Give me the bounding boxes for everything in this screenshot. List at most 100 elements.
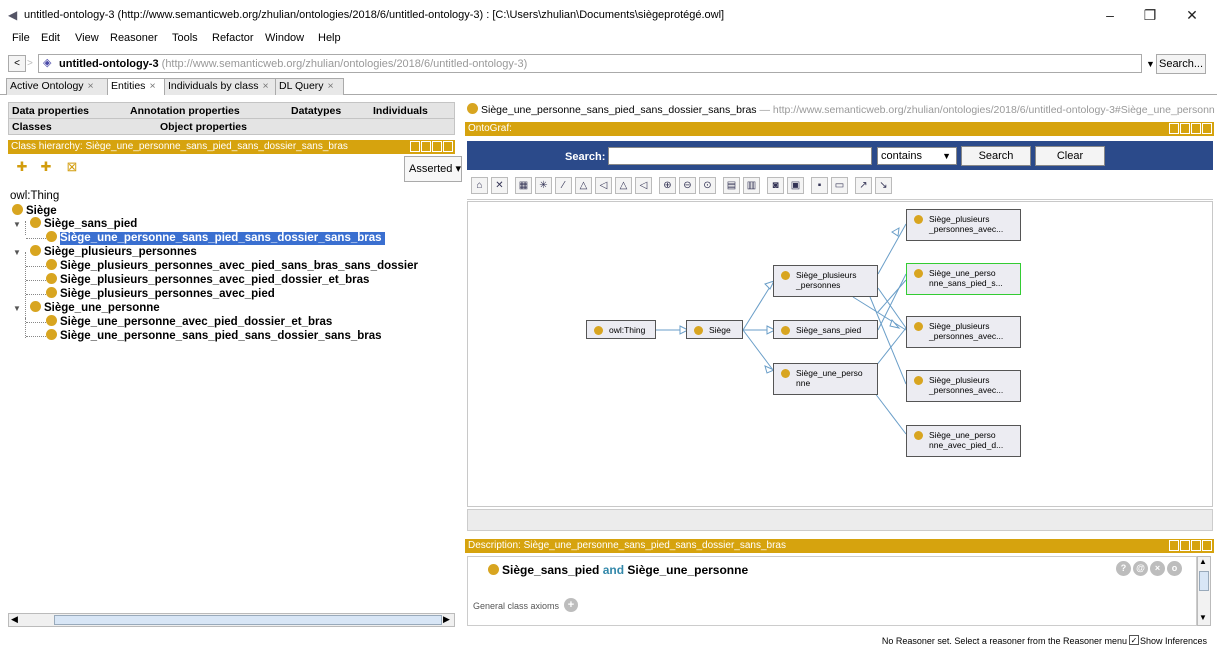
tree-horizontal-2-icon[interactable]: ◁: [635, 177, 652, 194]
save-icon[interactable]: ▪: [811, 177, 828, 194]
view-control-icons[interactable]: [409, 141, 453, 153]
menu-window[interactable]: Window: [265, 32, 304, 44]
menu-refactor[interactable]: Refactor: [212, 32, 254, 44]
filter-arcs-icon[interactable]: ▥: [743, 177, 760, 194]
subtab-individuals[interactable]: Individuals: [373, 105, 428, 117]
graph-node-siege-sans-pied[interactable]: Siège_sans_pied: [773, 320, 878, 339]
hierarchy-mode-select[interactable]: Asserted ▾: [404, 156, 462, 182]
annotate-button[interactable]: @: [1133, 561, 1148, 576]
subtab-data-properties[interactable]: Data properties: [12, 105, 89, 117]
tab-entities[interactable]: Entities ×: [107, 78, 165, 95]
add-subclass-icon[interactable]: ✚: [12, 158, 32, 176]
view-control-icons[interactable]: [1168, 540, 1212, 552]
edit-axiom-button[interactable]: o: [1167, 561, 1182, 576]
scroll-right-icon[interactable]: ▶: [443, 614, 450, 625]
graph-node-siege-une-personne[interactable]: Siège_une_perso nne: [773, 363, 878, 395]
image-export-icon[interactable]: ▣: [787, 177, 804, 194]
delete-axiom-button[interactable]: ×: [1150, 561, 1165, 576]
graph-node-selected[interactable]: Siège_une_perso nne_sans_pied_s...: [906, 263, 1021, 295]
tree-node-plusieurs-dossier-bras[interactable]: Siège_plusieurs_personnes_avec_pied_doss…: [46, 273, 369, 286]
export-icon[interactable]: ↗: [855, 177, 872, 194]
camera-icon[interactable]: ◙: [767, 177, 784, 194]
zoom-in-icon[interactable]: ⊕: [659, 177, 676, 194]
import-icon[interactable]: ↘: [875, 177, 892, 194]
ontograf-canvas[interactable]: owl:Thing Siège Siège_sans_pied Siège_pl…: [467, 201, 1213, 507]
graph-node-siege-plusieurs[interactable]: Siège_plusieurs _personnes: [773, 265, 878, 297]
close-tab-icon[interactable]: ×: [149, 80, 155, 92]
scroll-left-icon[interactable]: ◀: [11, 614, 18, 625]
maximize-button[interactable]: ❐: [1130, 4, 1170, 26]
menu-file[interactable]: File: [12, 32, 30, 44]
horizontal-scrollbar[interactable]: ◀ ▶: [8, 613, 455, 627]
tree-horizontal-icon[interactable]: ◁: [595, 177, 612, 194]
tree-node-siege-une-personne[interactable]: Siège_une_personne: [30, 301, 160, 314]
expand-toggle-icon[interactable]: ▼: [13, 304, 21, 313]
home-icon[interactable]: ⌂: [471, 177, 488, 194]
tree-node-siege-plusieurs[interactable]: Siège_plusieurs_personnes: [30, 245, 197, 258]
scroll-up-icon[interactable]: ▲: [1199, 557, 1207, 566]
menu-reasoner[interactable]: Reasoner: [110, 32, 158, 44]
subtab-classes[interactable]: Classes: [12, 121, 52, 133]
close-tab-icon[interactable]: ×: [88, 80, 94, 92]
grid-layout-icon[interactable]: ▦: [515, 177, 532, 194]
scroll-thumb[interactable]: [1199, 571, 1209, 591]
forward-button[interactable]: >: [27, 55, 37, 72]
add-axiom-icon[interactable]: +: [564, 598, 578, 612]
delete-class-icon[interactable]: ⊠: [62, 158, 82, 176]
show-inferences-checkbox[interactable]: ✓: [1129, 635, 1139, 645]
tree-node-plusieurs-avec-pied[interactable]: Siège_plusieurs_personnes_avec_pied: [46, 287, 275, 300]
menu-edit[interactable]: Edit: [41, 32, 60, 44]
close-button[interactable]: ✕: [1172, 4, 1212, 26]
graph-node-plusieurs-1[interactable]: Siège_plusieurs _personnes_avec...: [906, 209, 1021, 241]
entity-search-button[interactable]: Search...: [1156, 54, 1206, 74]
search-mode-select[interactable]: contains ▼: [877, 147, 957, 165]
menu-tools[interactable]: Tools: [172, 32, 198, 44]
minimize-button[interactable]: –: [1090, 4, 1130, 26]
graph-node-plusieurs-3[interactable]: Siège_plusieurs _personnes_avec...: [906, 370, 1021, 402]
tree-node-siege-sans-pied[interactable]: Siège_sans_pied: [30, 217, 137, 230]
tree-node-une-sans-pied[interactable]: Siège_une_personne_sans_pied_sans_dossie…: [46, 329, 382, 342]
subtab-datatypes[interactable]: Datatypes: [291, 105, 341, 117]
open-folder-icon[interactable]: ▭: [831, 177, 848, 194]
zoom-fit-icon[interactable]: ⊙: [699, 177, 716, 194]
graph-node-une-avec-pied[interactable]: Siège_une_perso nne_avec_pied_d...: [906, 425, 1021, 457]
subtab-annotation-properties[interactable]: Annotation properties: [130, 105, 240, 117]
filter-nodes-icon[interactable]: ▤: [723, 177, 740, 194]
menu-view[interactable]: View: [75, 32, 99, 44]
expand-toggle-icon[interactable]: ▼: [13, 220, 21, 229]
vertical-scrollbar[interactable]: ▲ ▼: [1197, 556, 1211, 626]
tab-active-ontology[interactable]: Active Ontology ×: [6, 78, 109, 95]
scroll-thumb[interactable]: [54, 615, 442, 625]
explain-button[interactable]: ?: [1116, 561, 1131, 576]
no-arcs-icon[interactable]: ✕: [491, 177, 508, 194]
tree-node-siege[interactable]: Siège: [12, 204, 57, 217]
close-tab-icon[interactable]: ×: [262, 80, 268, 92]
history-dropdown-icon[interactable]: ▼: [1146, 59, 1155, 69]
ontology-iri-field[interactable]: ◈ untitled-ontology-3 (http://www.semant…: [38, 54, 1142, 73]
tab-dl-query[interactable]: DL Query ×: [275, 78, 344, 95]
subtab-object-properties[interactable]: Object properties: [160, 121, 247, 133]
scroll-down-icon[interactable]: ▼: [1199, 613, 1207, 622]
view-control-icons[interactable]: [1168, 123, 1212, 135]
tree-node-une-avec-pied[interactable]: Siège_une_personne_avec_pied_dossier_et_…: [46, 315, 332, 328]
graph-search-input[interactable]: [608, 147, 872, 165]
graph-node-owl-thing[interactable]: owl:Thing: [586, 320, 656, 339]
close-tab-icon[interactable]: ×: [328, 80, 334, 92]
tree-node-selected-class[interactable]: Siège_une_personne_sans_pied_sans_dossie…: [46, 231, 385, 245]
back-button[interactable]: <: [8, 55, 26, 72]
tree-node-plusieurs-sans-bras[interactable]: Siège_plusieurs_personnes_avec_pied_sans…: [46, 259, 418, 272]
graph-search-button[interactable]: Search: [961, 146, 1031, 166]
tree-node-owl-thing[interactable]: owl:Thing: [10, 190, 59, 202]
equivalent-class-expression[interactable]: Siège_sans_pied and Siège_une_personne: [488, 563, 748, 577]
tree-vertical-icon[interactable]: △: [575, 177, 592, 194]
radial-layout-icon[interactable]: ✳: [535, 177, 552, 194]
graph-clear-button[interactable]: Clear: [1035, 146, 1105, 166]
tree-vertical-2-icon[interactable]: △: [615, 177, 632, 194]
spring-layout-icon[interactable]: ⁄: [555, 177, 572, 194]
zoom-out-icon[interactable]: ⊖: [679, 177, 696, 194]
expand-toggle-icon[interactable]: ▼: [13, 248, 21, 257]
add-sibling-icon[interactable]: ✚: [36, 158, 56, 176]
tab-individuals-by-class[interactable]: Individuals by class ×: [164, 78, 276, 95]
graph-node-siege[interactable]: Siège: [686, 320, 743, 339]
graph-node-plusieurs-2[interactable]: Siège_plusieurs _personnes_avec...: [906, 316, 1021, 348]
